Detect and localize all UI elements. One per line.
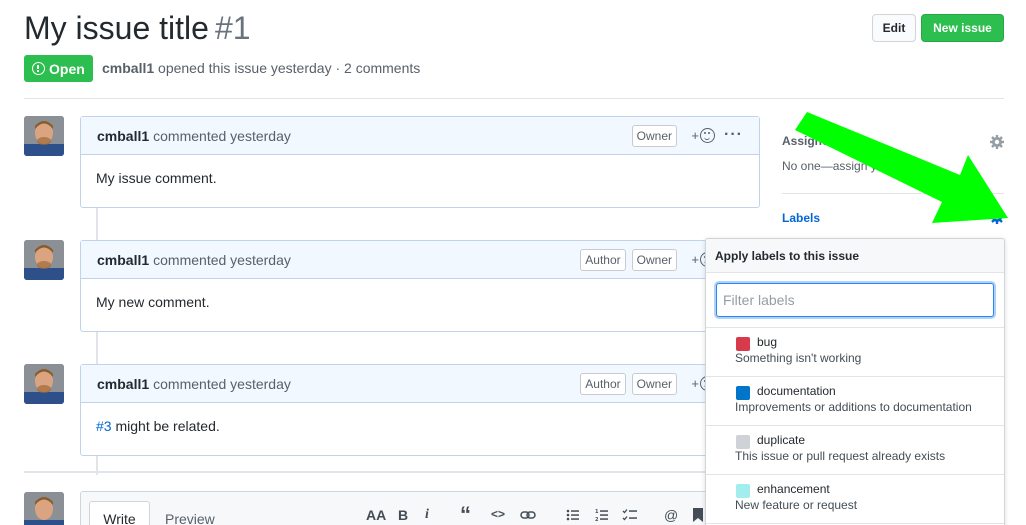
labels-popup: Apply labels to this issue bug Something…	[705, 238, 1005, 525]
comment-author[interactable]: cmball1	[97, 128, 149, 144]
issue-title: My issue title	[24, 10, 209, 46]
label-color-swatch	[736, 337, 750, 351]
header-divider	[24, 98, 1004, 99]
label-item-enhancement[interactable]: enhancement New feature or request	[706, 475, 1004, 524]
labels-filter-wrap	[706, 273, 1004, 328]
label-name: documentation	[757, 384, 836, 398]
mention-icon[interactable]: @	[664, 507, 678, 523]
issue-meta: cmball1 opened this issue yesterday · 2 …	[102, 60, 420, 76]
labels-title[interactable]: Labels	[782, 211, 820, 225]
unordered-list-icon[interactable]	[566, 508, 580, 522]
label-description: New feature or request	[735, 498, 858, 512]
avatar	[24, 492, 64, 525]
assignees-gear-icon[interactable]	[989, 134, 1005, 150]
bookmark-icon[interactable]	[693, 508, 703, 522]
code-icon[interactable]: <>	[491, 507, 505, 521]
labels-gear-icon[interactable]	[989, 209, 1005, 225]
comment-header: cmball1 commented yesterday Author Owner…	[81, 365, 759, 403]
text-size-icon[interactable]: AA	[366, 507, 386, 523]
comment-timestamp[interactable]: commented yesterday	[153, 252, 291, 268]
new-issue-button[interactable]: New issue	[921, 14, 1004, 42]
comment-2: cmball1 commented yesterday Author Owner…	[80, 240, 760, 332]
link-icon[interactable]	[520, 509, 536, 521]
italic-icon[interactable]: i	[425, 507, 429, 523]
issue-number: #1	[214, 10, 251, 46]
issue-author-link[interactable]: cmball1	[102, 60, 154, 76]
avatar[interactable]	[24, 116, 64, 156]
comment-header: cmball1 commented yesterday Author Owner…	[81, 241, 759, 279]
page-title: My issue title #1	[24, 10, 251, 47]
avatar[interactable]	[24, 240, 64, 280]
comment-body-text: might be related.	[111, 418, 220, 434]
issue-reference-link[interactable]: #3	[96, 418, 112, 434]
tab-write[interactable]: Write	[89, 501, 150, 525]
comment-body: #3 might be related.	[81, 403, 759, 449]
svg-text:1: 1	[595, 509, 599, 515]
ordered-list-icon[interactable]: 12	[595, 508, 609, 522]
label-name: duplicate	[757, 433, 806, 447]
add-reaction-button[interactable]: +	[691, 128, 715, 143]
labels-popup-header: Apply labels to this issue	[706, 239, 1004, 273]
reaction-plus: +	[691, 376, 699, 391]
tab-preview[interactable]: Preview	[165, 511, 215, 525]
assignees-value[interactable]: No one—assign yourself	[782, 159, 913, 173]
label-item-documentation[interactable]: documentation Improvements or additions …	[706, 377, 1004, 426]
reaction-plus: +	[691, 128, 699, 143]
timeline-divider	[24, 471, 706, 473]
author-badge: Author	[580, 373, 626, 395]
label-color-swatch	[736, 435, 750, 449]
sidebar-divider	[782, 193, 1004, 194]
owner-badge: Owner	[631, 249, 677, 271]
task-list-icon[interactable]	[622, 508, 638, 522]
assignees-title: Assignees	[782, 134, 843, 148]
svg-text:2: 2	[595, 517, 599, 522]
avatar[interactable]	[24, 364, 64, 404]
comment-author[interactable]: cmball1	[97, 252, 149, 268]
status-label: Open	[49, 60, 85, 77]
label-description: Something isn't working	[735, 351, 862, 365]
owner-badge: Owner	[631, 373, 677, 395]
label-color-swatch	[736, 484, 750, 498]
reaction-plus: +	[691, 252, 699, 267]
quote-icon[interactable]: “	[460, 502, 471, 525]
bold-icon[interactable]: B	[398, 507, 408, 523]
comment-1: cmball1 commented yesterday Owner + ··· …	[80, 116, 760, 208]
issue-meta-text: opened this issue yesterday · 2 comments	[158, 60, 421, 76]
edit-button[interactable]: Edit	[872, 14, 916, 42]
label-item-bug[interactable]: bug Something isn't working	[706, 328, 1004, 377]
comment-timestamp[interactable]: commented yesterday	[153, 128, 291, 144]
comment-body: My issue comment.	[96, 170, 217, 186]
issue-opened-icon	[32, 62, 45, 75]
smiley-icon	[700, 128, 715, 143]
more-options-button[interactable]: ···	[724, 126, 743, 144]
comment-author[interactable]: cmball1	[97, 376, 149, 392]
label-name: bug	[757, 335, 778, 349]
comment-timestamp[interactable]: commented yesterday	[153, 376, 291, 392]
label-description: Improvements or additions to documentati…	[735, 400, 972, 414]
label-name: enhancement	[757, 482, 830, 496]
comment-body: My new comment.	[96, 294, 210, 310]
comment-3: cmball1 commented yesterday Author Owner…	[80, 364, 760, 456]
author-badge: Author	[580, 249, 626, 271]
filter-labels-input[interactable]	[716, 283, 994, 317]
owner-badge: Owner	[631, 125, 677, 147]
label-color-swatch	[736, 386, 750, 400]
comment-header: cmball1 commented yesterday Owner + ···	[81, 117, 759, 155]
label-item-duplicate[interactable]: duplicate This issue or pull request alr…	[706, 426, 1004, 475]
label-description: This issue or pull request already exist…	[735, 449, 946, 463]
status-badge: Open	[24, 55, 93, 82]
